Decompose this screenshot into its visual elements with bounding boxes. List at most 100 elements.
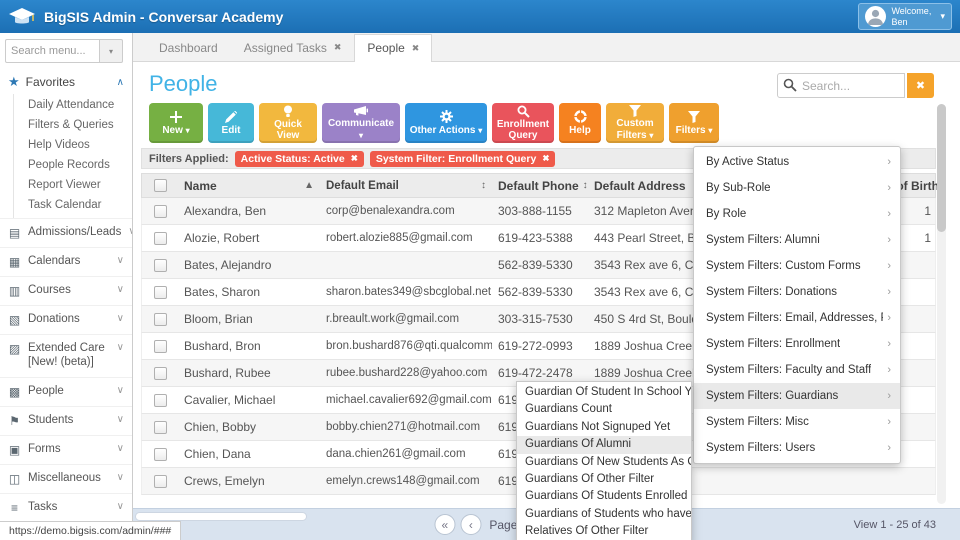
guardians-submenu-item[interactable]: Guardian Of Student In School Y... [517, 384, 691, 401]
filters-menu-item[interactable]: System Filters: Custom Forms › [694, 253, 900, 279]
row-checkbox[interactable] [154, 259, 167, 272]
row-checkbox[interactable] [154, 286, 167, 299]
sidebar-item[interactable]: ⚑ Students ∨ [0, 406, 132, 435]
sidebar-item[interactable]: ▧ Donations ∨ [0, 305, 132, 334]
cell-email: bron.bushard876@qti.qualcomm.com [320, 340, 492, 352]
favorites-item[interactable]: Filters & Queries [14, 115, 132, 135]
sidebar-item[interactable]: ▣ Forms ∨ [0, 435, 132, 464]
guardians-submenu-item[interactable]: Guardians Of New Students As Of [517, 454, 691, 471]
filters-menu-item[interactable]: By Active Status › [694, 149, 900, 175]
menu-item-label: System Filters: Users [706, 442, 815, 454]
caret-down-icon: ▾ [478, 126, 482, 135]
favorites-item[interactable]: Daily Attendance [14, 95, 132, 115]
filters-menu-item[interactable]: System Filters: Guardians › [694, 383, 900, 409]
user-menu[interactable]: Welcome, Ben ▾ [858, 3, 952, 30]
caret-down-icon: ▾ [940, 11, 945, 22]
close-icon[interactable]: ✖ [334, 42, 342, 53]
enrollment-query-button[interactable]: Enrollment Query [492, 103, 554, 143]
row-checkbox[interactable] [154, 232, 167, 245]
cell-email: robert.alozie885@gmail.com [320, 232, 492, 244]
filters-menu-item[interactable]: By Role › [694, 201, 900, 227]
filters-menu-item[interactable]: System Filters: Email, Addresses, Phones… [694, 305, 900, 331]
row-checkbox[interactable] [154, 394, 167, 407]
filter-badge-label: Active Status: Active [241, 153, 345, 165]
guardians-submenu-item[interactable]: Guardians Of Alumni [517, 436, 691, 453]
guardians-submenu-item[interactable]: Relatives Of Other Filter [517, 523, 691, 540]
tab[interactable]: Assigned Tasks ✖ [231, 33, 355, 61]
favorites-item[interactable]: Help Videos [14, 135, 132, 155]
row-checkbox[interactable] [154, 205, 167, 218]
first-page-button[interactable]: « [434, 514, 455, 535]
menu-item-label: By Role [706, 208, 746, 220]
filters-menu-item[interactable]: By Sub-Role › [694, 175, 900, 201]
row-checkbox[interactable] [154, 367, 167, 380]
favorites-item[interactable]: Report Viewer [14, 175, 132, 195]
menu-search-input[interactable] [5, 39, 100, 63]
sidebar-item[interactable]: ≡ Tasks ∨ [0, 493, 132, 522]
guardians-submenu-item[interactable]: Guardians Of Other Filter [517, 471, 691, 488]
filter-badge[interactable]: Active Status: Active ✖ [235, 151, 364, 167]
filters-menu-item[interactable]: System Filters: Misc › [694, 409, 900, 435]
search-icon [783, 78, 797, 92]
column-label: Default Phone [498, 179, 579, 193]
close-icon[interactable]: ✖ [351, 153, 358, 164]
help-button[interactable]: Help [559, 103, 601, 143]
other-actions-button[interactable]: Other Actions ▾ [405, 103, 487, 143]
close-icon[interactable]: ✖ [412, 43, 420, 54]
guardians-submenu-item[interactable]: Guardians Not Signuped Yet [517, 419, 691, 436]
app-title: BigSIS Admin - Conversar Academy [44, 9, 283, 25]
row-checkbox[interactable] [154, 475, 167, 488]
column-header-phone[interactable]: Default Phone ↕ [492, 179, 588, 193]
sidebar-item[interactable]: ▦ Calendars ∨ [0, 247, 132, 276]
new-button[interactable]: New ▾ [149, 103, 203, 143]
sort-icon[interactable]: ↕ [481, 180, 486, 191]
custom-filters-button[interactable]: Custom Filters ▾ [606, 103, 664, 143]
sort-icon[interactable]: ↕ [583, 180, 588, 191]
gift-icon: ▧ [8, 313, 21, 327]
filters-menu-item[interactable]: System Filters: Donations › [694, 279, 900, 305]
first-page-icon: « [442, 518, 449, 532]
favorites-item[interactable]: Task Calendar [14, 195, 132, 215]
guardians-submenu-item[interactable]: Guardians of Students who have... [517, 506, 691, 523]
page-title: People [149, 71, 218, 97]
quick-view-button[interactable]: Quick View [259, 103, 317, 143]
menu-search-caret-button[interactable]: ▾ [100, 39, 123, 63]
row-checkbox[interactable] [154, 421, 167, 434]
filter-badges: Active Status: Active ✖ System Filter: E… [235, 151, 556, 167]
guardians-submenu-item[interactable]: Guardians Count [517, 401, 691, 418]
filters-menu-item[interactable]: System Filters: Users › [694, 435, 900, 461]
vertical-scrollbar[interactable] [937, 104, 946, 504]
communicate-button[interactable]: Communicate ▾ [322, 103, 400, 143]
sidebar-item[interactable]: ▨ Extended Care [New! (beta)] ∨ [0, 334, 132, 377]
sidebar-item[interactable]: ◫ Miscellaneous ∨ [0, 464, 132, 493]
tab[interactable]: People ✖ [354, 34, 432, 62]
row-checkbox[interactable] [154, 340, 167, 353]
favorites-item[interactable]: People Records [14, 155, 132, 175]
column-header-email[interactable]: Default Email↕ [320, 180, 492, 192]
column-header-name[interactable]: Name▲ [178, 179, 320, 193]
filters-menu-item[interactable]: System Filters: Alumni › [694, 227, 900, 253]
new-button-label: New [162, 125, 183, 136]
filters-menu-item[interactable]: System Filters: Faculty and Staff › [694, 357, 900, 383]
sidebar-section-favorites[interactable]: ★ Favorites ∧ [0, 69, 132, 94]
sort-asc-icon[interactable]: ▲ [304, 180, 314, 191]
search-clear-button[interactable]: ✖ [907, 73, 934, 98]
close-icon[interactable]: ✖ [542, 153, 549, 164]
vertical-scrollbar-thumb[interactable] [937, 104, 946, 232]
tab[interactable]: Dashboard [146, 33, 231, 61]
row-checkbox[interactable] [154, 448, 167, 461]
cell-name: Alozie, Robert [178, 231, 320, 245]
sidebar-item[interactable]: ▤ Admissions/Leads ∨ [0, 218, 132, 247]
filter-badge[interactable]: System Filter: Enrollment Query ✖ [370, 151, 556, 167]
select-all-checkbox[interactable] [154, 179, 167, 192]
guardians-submenu-item[interactable]: Guardians Of Students Enrolled In [517, 488, 691, 505]
prev-page-button[interactable]: ‹ [460, 514, 481, 535]
gear-icon [440, 109, 453, 124]
filters-button[interactable]: Filters ▾ [669, 103, 719, 143]
sidebar-item[interactable]: ▩ People ∨ [0, 377, 132, 406]
filters-menu-item[interactable]: System Filters: Enrollment › [694, 331, 900, 357]
edit-button[interactable]: Edit [208, 103, 254, 143]
horizontal-scrollbar-thumb[interactable] [135, 512, 307, 521]
row-checkbox[interactable] [154, 313, 167, 326]
sidebar-item[interactable]: ▥ Courses ∨ [0, 276, 132, 305]
